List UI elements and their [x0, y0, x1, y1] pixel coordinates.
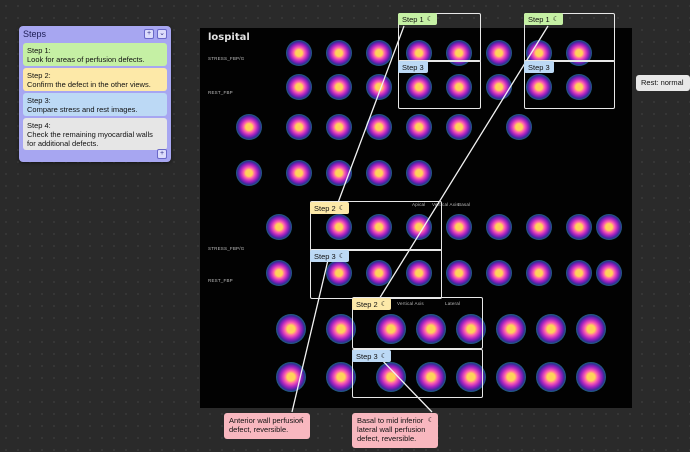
step2-tag-a[interactable]: Step 2 ☾: [310, 202, 349, 214]
moon-icon: ☾: [338, 205, 345, 212]
moon-icon: ☾: [427, 417, 434, 424]
moon-icon: ☾: [380, 301, 387, 308]
step2-tag-a-label: Step 2: [314, 203, 336, 213]
step1-tag-b-label: Step 1: [528, 14, 550, 24]
step3-tag-d-label: Step 3: [356, 351, 378, 361]
step3-tag-c-label: Step 3: [314, 251, 336, 261]
moon-icon: ☾: [552, 16, 559, 23]
inferior-lateral-wall-note[interactable]: Basal to mid inferior lateral wall perfu…: [352, 413, 438, 448]
rest-normal-note[interactable]: Rest: normal: [636, 75, 690, 91]
connector-step1-to-step2: [335, 25, 405, 209]
anterior-wall-note-text: Anterior wall perfusion defect, reversib…: [229, 416, 304, 434]
step1-tag-a[interactable]: Step 1 ☾: [398, 13, 437, 25]
step3-tag-c[interactable]: Step 3 ☾: [310, 250, 349, 262]
anterior-wall-note[interactable]: Anterior wall perfusion defect, reversib…: [224, 413, 310, 439]
step3-tag-a-label: Step 3: [402, 62, 424, 72]
inferior-lateral-wall-note-text: Basal to mid inferior lateral wall perfu…: [357, 416, 426, 443]
step1-tag-a-label: Step 1: [402, 14, 424, 24]
step3-tag-d[interactable]: Step 3 ☾: [352, 350, 391, 362]
moon-icon: ☾: [380, 353, 387, 360]
moon-icon: ☾: [338, 253, 345, 260]
step1-tag-b[interactable]: Step 1 ☾: [524, 13, 563, 25]
step3-tag-b[interactable]: Step 3: [524, 61, 554, 73]
step3-tag-b-label: Step 3: [528, 62, 550, 72]
step3-tag-a[interactable]: Step 3: [398, 61, 428, 73]
moon-icon: ☾: [426, 16, 433, 23]
step2-tag-b[interactable]: Step 2 ☾: [352, 298, 391, 310]
step2-tag-b-label: Step 2: [356, 299, 378, 309]
moon-icon: ☾: [299, 417, 306, 424]
